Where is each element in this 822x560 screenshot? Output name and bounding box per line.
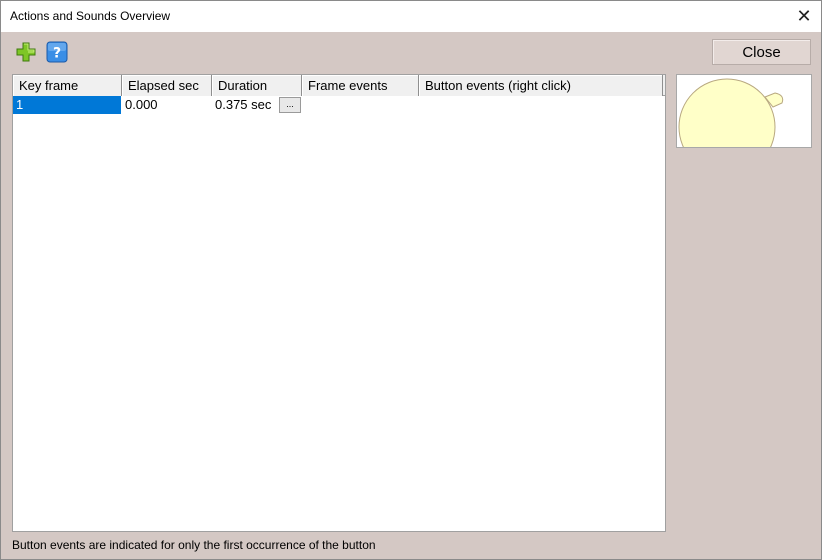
help-glyph: ? xyxy=(53,46,61,62)
close-icon[interactable]: ✕ xyxy=(787,1,821,32)
duration-edit-button[interactable]: ... xyxy=(279,97,301,113)
cell-duration[interactable]: 0.375 sec xyxy=(212,96,278,114)
table-row[interactable]: 1 0.000 0.375 sec ... xyxy=(13,96,665,114)
table-header: Key frame Elapsed sec Duration Frame eve… xyxy=(13,75,665,96)
column-header-key-frame[interactable]: Key frame xyxy=(13,75,122,96)
column-header-frame-events[interactable]: Frame events xyxy=(302,75,419,96)
title-bar: Actions and Sounds Overview ✕ xyxy=(1,1,821,32)
dialog-window: Actions and Sounds Overview ✕ ? Close Ke… xyxy=(0,0,822,560)
help-icon-graphic: ? xyxy=(46,41,68,63)
cell-frame-events[interactable] xyxy=(302,96,419,114)
add-icon[interactable] xyxy=(15,41,37,63)
column-header-duration[interactable]: Duration xyxy=(212,75,302,96)
close-button[interactable]: Close xyxy=(712,39,811,65)
status-text: Button events are indicated for only the… xyxy=(12,538,376,552)
preview-shape xyxy=(678,78,784,147)
column-header-elapsed[interactable]: Elapsed sec xyxy=(122,75,212,96)
keyframe-table[interactable]: Key frame Elapsed sec Duration Frame eve… xyxy=(12,74,666,532)
column-header-button-events[interactable]: Button events (right click) xyxy=(419,75,663,96)
window-title: Actions and Sounds Overview xyxy=(10,9,171,23)
cell-elapsed[interactable]: 0.000 xyxy=(122,96,212,114)
frame-preview xyxy=(676,74,812,148)
cell-button-events[interactable] xyxy=(419,96,663,114)
cell-key-frame[interactable]: 1 xyxy=(13,96,121,114)
add-icon-graphic xyxy=(16,42,36,62)
help-icon[interactable]: ? xyxy=(46,41,68,63)
